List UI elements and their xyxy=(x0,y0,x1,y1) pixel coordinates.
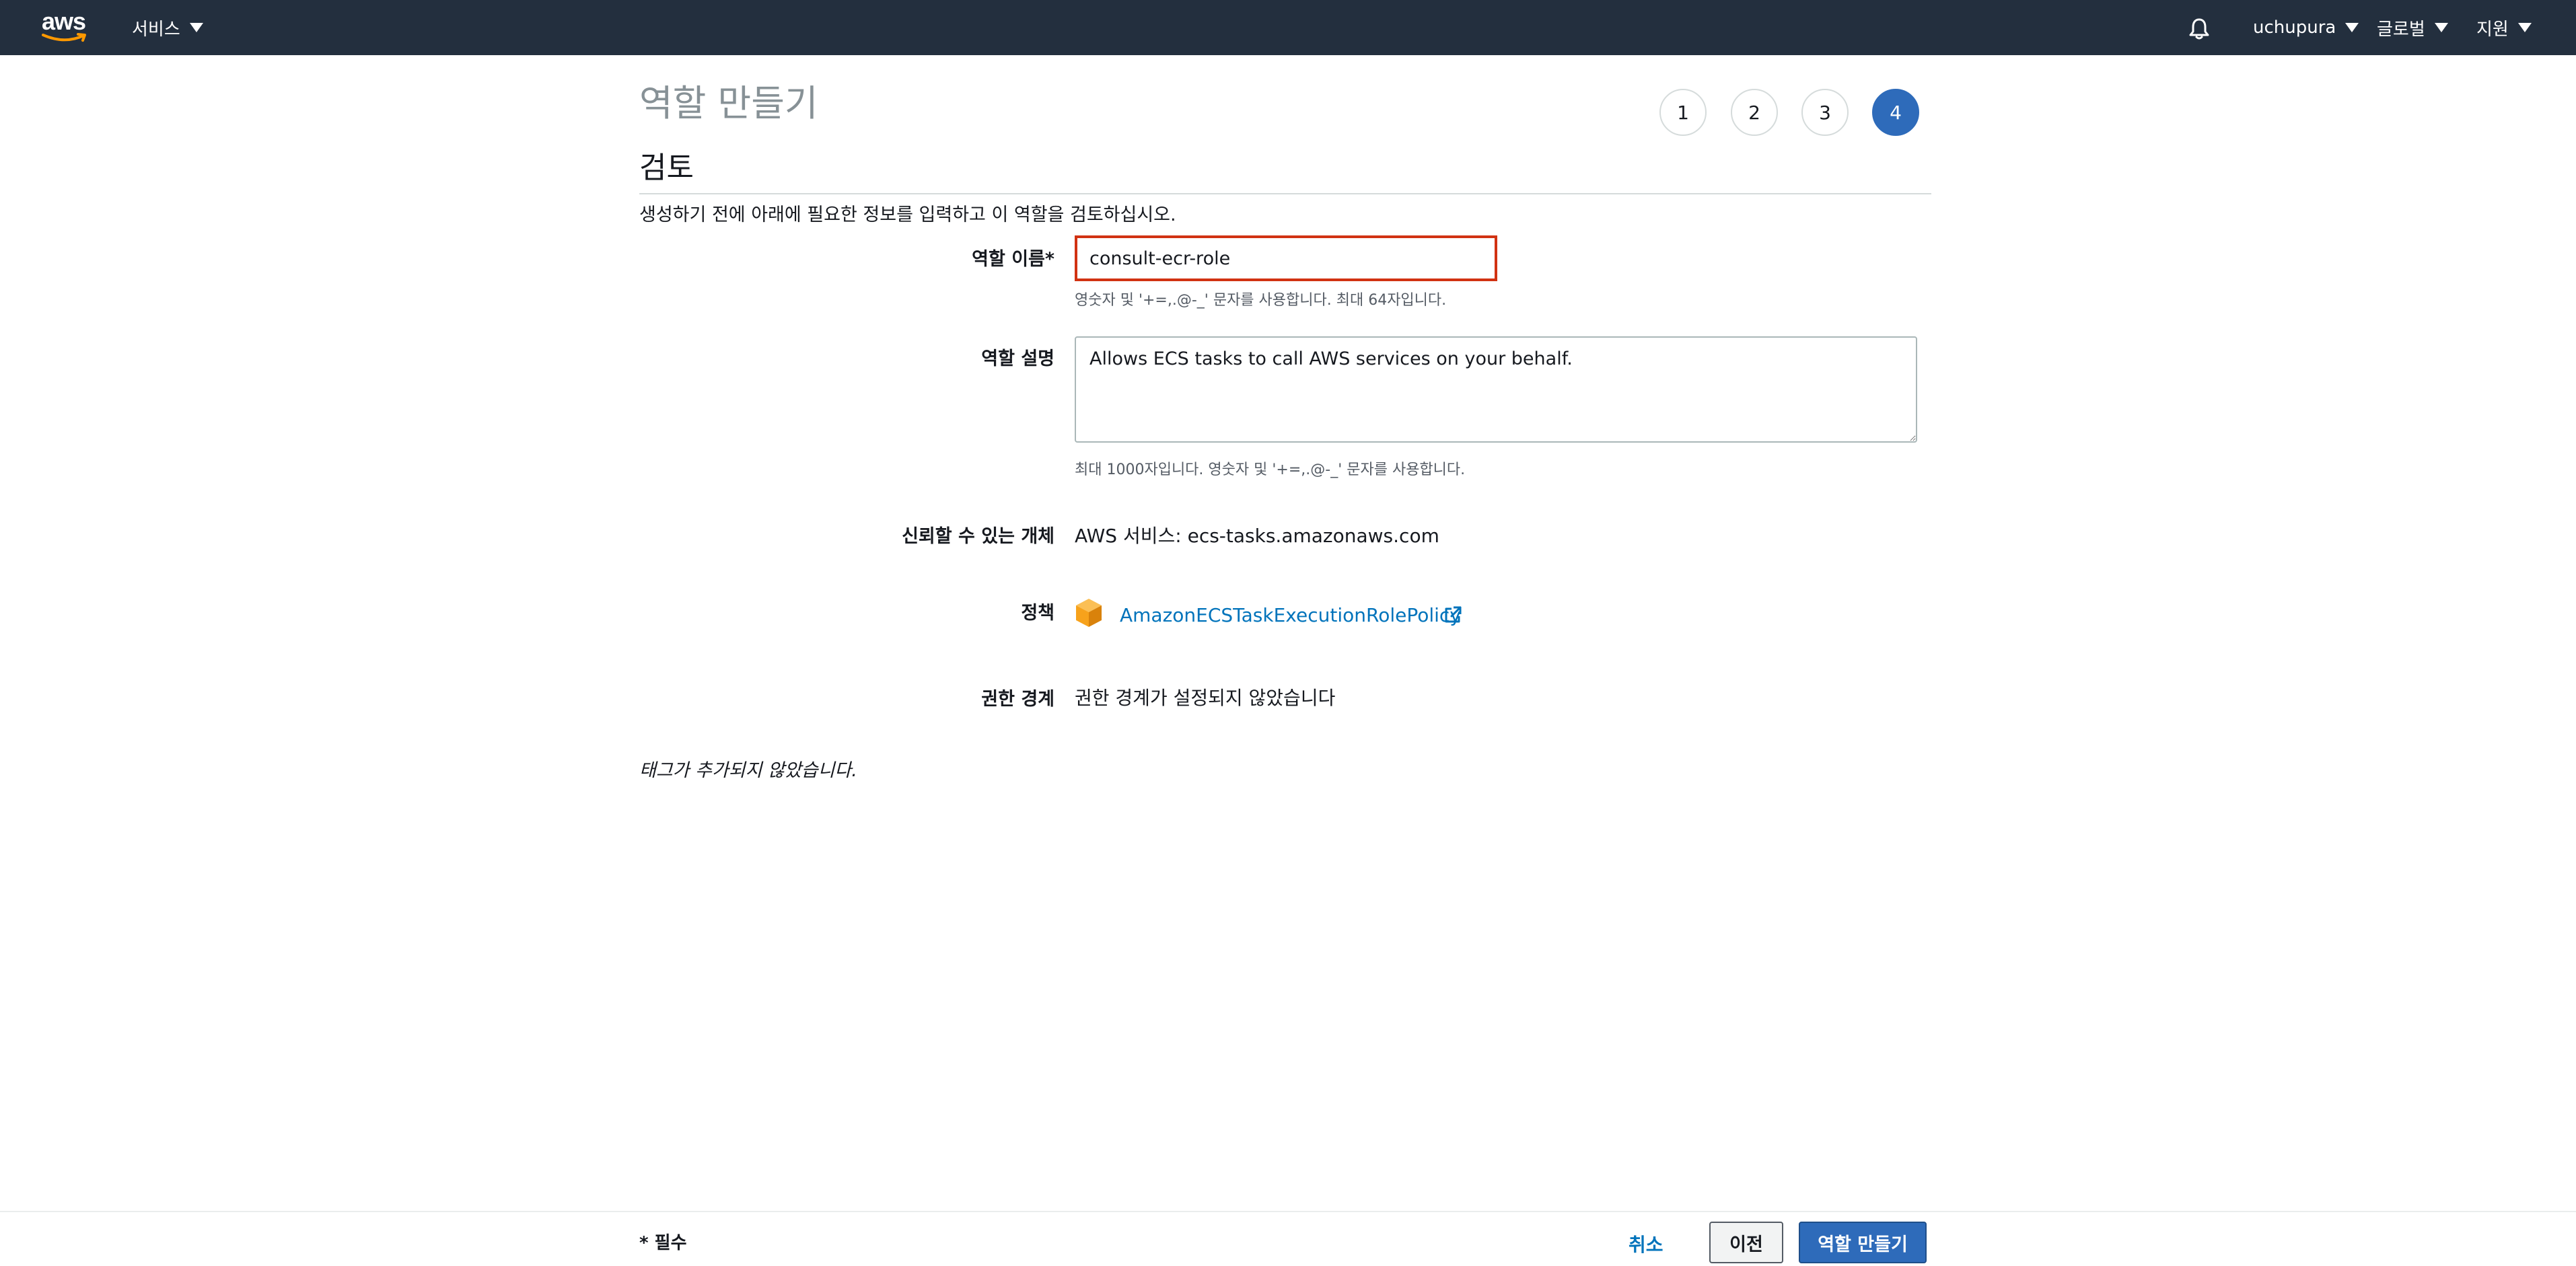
external-link-icon[interactable] xyxy=(1443,605,1463,625)
role-description-textarea[interactable]: Allows ECS tasks to call AWS services on… xyxy=(1075,336,1917,443)
section-title: 검토 xyxy=(639,151,694,185)
intro-text: 생성하기 전에 아래에 필요한 정보를 입력하고 이 역할을 검토하십시오. xyxy=(639,204,1176,225)
role-name-input[interactable] xyxy=(1075,235,1497,281)
account-menu-label: uchupura xyxy=(2253,17,2336,38)
top-navigation-bar: aws 서비스 uchupura 글로벌 지원 xyxy=(0,0,2576,55)
support-menu[interactable]: 지원 xyxy=(2476,0,2532,55)
aws-smile-icon xyxy=(42,33,86,42)
region-menu[interactable]: 글로벌 xyxy=(2377,0,2448,55)
no-tags-text: 태그가 추가되지 않았습니다. xyxy=(639,760,857,781)
section-divider xyxy=(639,193,1931,194)
policies-label: 정책 xyxy=(1021,603,1054,624)
footer-divider xyxy=(0,1211,2576,1212)
step-4-active: 4 xyxy=(1872,89,1919,136)
previous-button[interactable]: 이전 xyxy=(1709,1222,1783,1263)
account-menu[interactable]: uchupura xyxy=(2253,0,2359,55)
role-name-label: 역할 이름* xyxy=(972,249,1054,270)
role-name-hint: 영숫자 및 '+=,.@-_' 문자를 사용합니다. 최대 64자입니다. xyxy=(1075,292,1447,309)
support-menu-label: 지원 xyxy=(2476,19,2509,40)
caret-down-icon xyxy=(2434,23,2448,32)
aws-logo[interactable]: aws xyxy=(42,9,89,46)
trusted-entities-value: AWS 서비스: ecs-tasks.amazonaws.com xyxy=(1075,525,1439,547)
policy-link[interactable]: AmazonECSTaskExecutionRolePolicy xyxy=(1120,603,1461,628)
page-title: 역할 만들기 xyxy=(639,82,818,124)
step-1[interactable]: 1 xyxy=(1659,89,1707,136)
role-description-label: 역할 설명 xyxy=(981,348,1054,369)
region-menu-label: 글로벌 xyxy=(2377,19,2425,40)
package-box-icon xyxy=(1076,599,1102,627)
step-2[interactable]: 2 xyxy=(1731,89,1778,136)
services-menu[interactable]: 서비스 xyxy=(132,0,203,55)
permissions-boundary-value: 권한 경계가 설정되지 않았습니다 xyxy=(1075,687,1336,709)
caret-down-icon xyxy=(2345,23,2359,32)
caret-down-icon xyxy=(2517,23,2532,32)
create-role-button[interactable]: 역할 만들기 xyxy=(1799,1222,1927,1263)
aws-logo-text: aws xyxy=(42,7,86,35)
cancel-button[interactable]: 취소 xyxy=(1629,1227,1663,1261)
permissions-boundary-label: 권한 경계 xyxy=(981,689,1054,710)
caret-down-icon xyxy=(189,23,203,32)
step-3[interactable]: 3 xyxy=(1801,89,1849,136)
role-description-hint: 최대 1000자입니다. 영숫자 및 '+=,.@-_' 문자를 사용합니다. xyxy=(1075,461,1466,478)
trusted-entities-label: 신뢰할 수 있는 개체 xyxy=(902,526,1054,547)
required-note: * 필수 xyxy=(639,1233,687,1253)
services-menu-label: 서비스 xyxy=(132,19,180,40)
bell-icon[interactable] xyxy=(2187,16,2211,40)
